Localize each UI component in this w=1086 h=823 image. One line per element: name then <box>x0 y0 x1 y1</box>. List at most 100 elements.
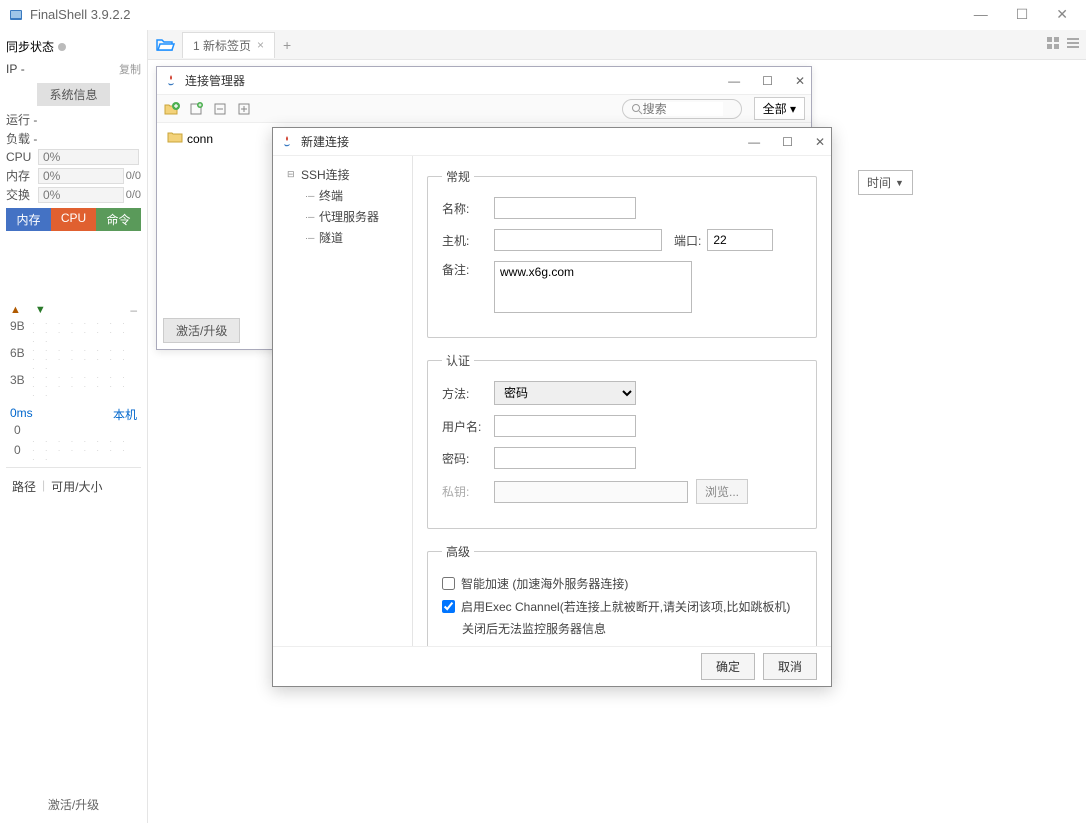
search-input[interactable] <box>643 102 723 116</box>
swap-extra: 0/0 <box>126 189 141 201</box>
time-dropdown-button[interactable]: 时间 ▼ <box>858 170 913 195</box>
tab-command[interactable]: 命令 <box>96 208 141 231</box>
close-button[interactable]: ✕ <box>1056 6 1068 23</box>
user-label: 用户名: <box>442 418 494 435</box>
cpu-row: CPU 0% <box>6 148 141 166</box>
menu-icon[interactable] <box>1066 36 1080 53</box>
pass-label: 密码: <box>442 450 494 467</box>
new-conn-close[interactable]: ✕ <box>815 135 825 149</box>
folder-open-icon[interactable] <box>154 35 176 55</box>
system-info-button[interactable]: 系统信息 <box>37 83 109 106</box>
chart-area <box>6 231 141 301</box>
time-label: 时间 <box>867 174 891 191</box>
new-connection-dialog: 新建连接 — ☐ ✕ ⊟ SSH连接 ·─ <box>272 127 832 687</box>
activate-link[interactable]: 激活/升级 <box>6 790 141 819</box>
zero-1: 0 <box>6 423 141 437</box>
auth-legend: 认证 <box>442 352 474 369</box>
auth-fieldset: 认证 方法: 密码 用户名: <box>427 352 817 529</box>
location-label: 本机 <box>113 406 137 423</box>
name-input[interactable] <box>494 197 636 219</box>
tab-close-icon[interactable]: × <box>257 38 264 52</box>
cancel-button[interactable]: 取消 <box>763 653 817 680</box>
tree-node-proxy[interactable]: ·─ 代理服务器 <box>277 206 408 227</box>
run-value: - <box>33 113 37 127</box>
chevron-down-icon: ▼ <box>895 178 904 188</box>
java-icon <box>163 73 179 89</box>
path-header: 路径 | 可用/大小 <box>6 467 141 505</box>
latency-value: 0ms <box>10 406 33 423</box>
conn-mgr-title: 连接管理器 <box>185 72 245 89</box>
add-tab-button[interactable]: + <box>283 37 291 53</box>
net-arrows: ▲ ▼ – <box>6 301 141 319</box>
tree-node-tunnel[interactable]: ·─ 隧道 <box>277 227 408 248</box>
cpu-bar: 0% <box>38 149 139 165</box>
remark-input[interactable]: www.x6g.com <box>494 261 692 313</box>
tree-collapse-icon: ⊟ <box>287 169 297 180</box>
advanced-legend: 高级 <box>442 543 474 560</box>
ip-row: IP - 复制 <box>6 59 141 79</box>
minimize-button[interactable]: — <box>974 6 988 23</box>
conn-mgr-toolbar: 全部 ▾ <box>157 95 811 123</box>
search-box[interactable] <box>622 99 742 119</box>
port-input[interactable] <box>707 229 773 251</box>
sync-status-dot <box>58 43 66 51</box>
mem-extra: 0/0 <box>126 170 141 182</box>
new-item-icon[interactable] <box>187 100 205 118</box>
method-select[interactable]: 密码 <box>494 381 636 405</box>
conn-mgr-titlebar: 连接管理器 — ☐ ✕ <box>157 67 811 95</box>
mem-row: 内存 0% 0/0 <box>6 166 141 185</box>
remark-label: 备注: <box>442 261 494 278</box>
browse-button: 浏览... <box>696 479 748 504</box>
latency-row: 0ms 本机 <box>6 400 141 423</box>
tree-node-ssh[interactable]: ⊟ SSH连接 <box>277 164 408 185</box>
tab-memory[interactable]: 内存 <box>6 208 51 231</box>
filter-all-button[interactable]: 全部 ▾ <box>754 97 805 120</box>
workspace: 时间 ▼ 连接管理器 — ☐ ✕ <box>148 60 1086 823</box>
advanced-note: 关闭后无法监控服务器信息 <box>442 620 802 637</box>
chevron-down-icon: ▾ <box>790 102 796 116</box>
conn-mgr-maximize[interactable]: ☐ <box>762 74 773 88</box>
method-label: 方法: <box>442 385 494 402</box>
host-input[interactable] <box>494 229 662 251</box>
new-conn-maximize[interactable]: ☐ <box>782 135 793 149</box>
maximize-button[interactable]: ☐ <box>1016 6 1029 23</box>
app-icon <box>8 7 24 23</box>
tab-label: 1 新标签页 <box>193 37 251 54</box>
password-input[interactable] <box>494 447 636 469</box>
new-conn-title: 新建连接 <box>301 133 349 150</box>
new-conn-titlebar: 新建连接 — ☐ ✕ <box>273 128 831 156</box>
download-arrow-icon: ▼ <box>35 304 46 316</box>
conn-mgr-close[interactable]: ✕ <box>795 74 805 88</box>
load-value: - <box>33 132 37 146</box>
conn-mgr-minimize[interactable]: — <box>728 74 740 88</box>
new-folder-icon[interactable] <box>163 100 181 118</box>
pk-label: 私钥: <box>442 483 494 500</box>
port-label: 端口: <box>674 232 701 249</box>
grid-view-icon[interactable] <box>1046 36 1060 53</box>
collapse-icon[interactable] <box>211 100 229 118</box>
content-area: 1 新标签页 × + 时间 ▼ <box>148 30 1086 823</box>
app-title: FinalShell 3.9.2.2 <box>30 7 130 22</box>
exec-channel-checkbox[interactable] <box>442 600 455 613</box>
new-conn-minimize[interactable]: — <box>748 135 760 149</box>
tab-new[interactable]: 1 新标签页 × <box>182 32 275 58</box>
smart-accel-label: 智能加速 (加速海外服务器连接) <box>461 575 628 592</box>
tabbar: 1 新标签页 × + <box>148 30 1086 60</box>
load-row: 负载 - <box>6 129 141 148</box>
expand-icon[interactable] <box>235 100 253 118</box>
host-label: 主机: <box>442 232 494 249</box>
ok-button[interactable]: 确定 <box>701 653 755 680</box>
tab-cpu[interactable]: CPU <box>51 208 96 231</box>
advanced-fieldset: 高级 智能加速 (加速海外服务器连接) 启用Exec Channel(若连接上就… <box>427 543 817 646</box>
username-input[interactable] <box>494 415 636 437</box>
tree-node-terminal[interactable]: ·─ 终端 <box>277 185 408 206</box>
sync-status-row: 同步状态 <box>6 34 141 59</box>
copy-button[interactable]: 复制 <box>119 61 141 77</box>
net-mini-chart: 9B· · · · · · · · · · · · · · · · · · 6B… <box>6 319 141 400</box>
exec-channel-label: 启用Exec Channel(若连接上就被断开,请关闭该项,比如跳板机) <box>461 598 790 615</box>
smart-accel-checkbox[interactable] <box>442 577 455 590</box>
sidebar: 同步状态 IP - 复制 系统信息 运行 - 负载 - CPU 0% 内存 0%… <box>0 30 148 823</box>
activate-upgrade-button[interactable]: 激活/升级 <box>163 318 240 343</box>
load-label: 负载 <box>6 130 30 147</box>
name-label: 名称: <box>442 200 494 217</box>
